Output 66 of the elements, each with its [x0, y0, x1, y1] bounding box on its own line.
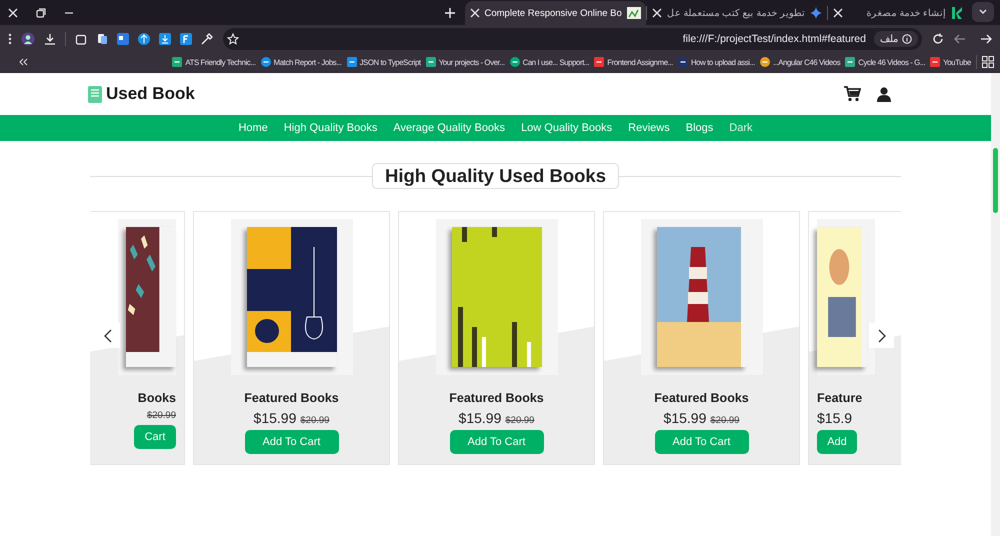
product-title: Feature — [817, 391, 862, 405]
browser-tab[interactable]: Complete Responsive Online Bo — [464, 1, 646, 25]
reload-icon[interactable] — [932, 32, 944, 44]
chevron-right-icon — [878, 328, 886, 342]
back-arrow-icon[interactable] — [954, 32, 966, 44]
tab-list-button[interactable] — [972, 2, 994, 22]
book-icon — [88, 86, 102, 102]
product-title: Featured Books — [449, 391, 544, 405]
bookmark-favicon-icon — [760, 57, 770, 67]
site-info-chip[interactable]: ملف — [874, 30, 918, 46]
tab-close-icon[interactable] — [833, 8, 843, 18]
browser-tab[interactable]: إنشاء خدمة مصغرة — [828, 1, 968, 25]
tab-favicon-icon — [951, 6, 963, 20]
tab-close-icon[interactable] — [652, 8, 662, 18]
cart-icon[interactable] — [844, 86, 861, 102]
user-icon[interactable] — [877, 86, 891, 102]
site-logo[interactable]: Used Book — [106, 84, 195, 104]
section-heading: High Quality Used Books — [372, 163, 620, 189]
bookmark-favicon-icon — [930, 57, 940, 67]
info-icon — [902, 34, 912, 44]
bookmark-favicon-icon — [260, 57, 271, 67]
tab-close-icon[interactable] — [470, 8, 480, 18]
sparkle-icon — [810, 7, 822, 19]
bookmark-favicon-icon — [346, 57, 357, 67]
download-icon[interactable] — [159, 32, 171, 44]
bookmark-favicon-icon — [426, 57, 436, 67]
original-price: $20.99 — [146, 410, 176, 421]
tab-title: إنشاء خدمة مصغرة — [866, 7, 946, 19]
product-price: $15.9 — [817, 410, 852, 426]
extension-icon[interactable] — [138, 32, 150, 44]
product-title: Featured Books — [244, 391, 339, 405]
scrollbar[interactable] — [991, 73, 1000, 536]
chevron-down-icon — [979, 8, 987, 14]
tab-title: تطوير خدمة بيع كتب مستعملة عل — [666, 7, 805, 19]
product-title: Featured Books — [654, 391, 749, 405]
chevron-left-icon — [104, 328, 112, 342]
bookmark-favicon-icon — [172, 57, 182, 67]
original-price: $20.99 — [300, 415, 330, 426]
browser-tab[interactable]: تطوير خدمة بيع كتب مستعملة عل — [646, 1, 827, 25]
extension-icon[interactable] — [180, 32, 192, 44]
product-price: $15.99 — [664, 410, 706, 426]
product-title: Books — [138, 391, 176, 405]
address-url[interactable]: file:///F:/projectTest/index.html#featured — [682, 32, 866, 44]
original-price: $20.99 — [505, 415, 534, 426]
bookmark-favicon-icon — [510, 57, 520, 67]
profile-avatar-icon[interactable] — [21, 32, 35, 46]
bookmark-favicon-icon — [678, 57, 688, 67]
product-price: $15.99 — [458, 410, 502, 426]
bookmark-favicon-icon — [845, 57, 856, 67]
close-icon[interactable] — [8, 8, 18, 18]
extension-icon[interactable] — [96, 32, 108, 44]
tab-favicon-icon — [626, 7, 641, 19]
extension-icon[interactable] — [117, 32, 129, 44]
apps-grid-icon[interactable] — [982, 56, 994, 68]
original-price: $20.99 — [710, 415, 740, 426]
forward-arrow-icon[interactable] — [980, 32, 992, 44]
new-tab-icon[interactable] — [444, 8, 454, 18]
eyedropper-icon[interactable] — [201, 32, 213, 44]
download-icon[interactable] — [44, 32, 56, 44]
star-icon[interactable] — [227, 32, 239, 44]
bookmark-favicon-icon — [594, 57, 604, 67]
product-price: $15.99 — [254, 410, 296, 426]
menu-dots-icon[interactable] — [8, 32, 12, 44]
tab-title: Complete Responsive Online Bo — [484, 8, 622, 18]
restore-icon[interactable] — [36, 8, 46, 18]
chevron-double-left-icon[interactable] — [18, 58, 28, 66]
